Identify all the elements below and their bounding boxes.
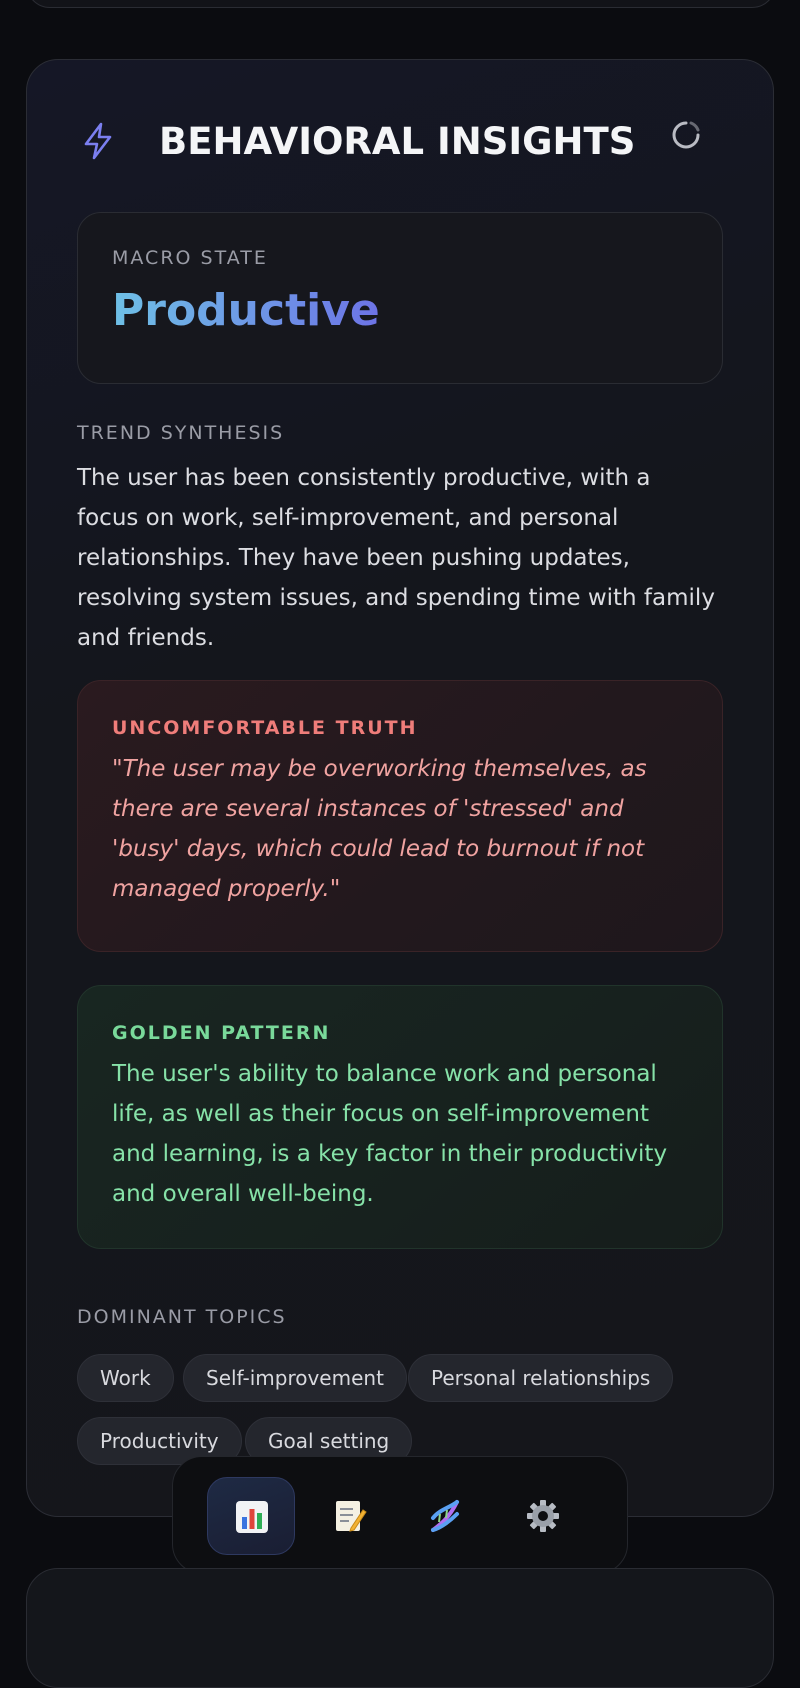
topic-chip[interactable]: Work [77,1354,174,1402]
refresh-icon[interactable] [669,118,703,152]
uncomfortable-truth-box: UNCOMFORTABLE TRUTH "The user may be ove… [77,680,723,952]
macro-state-box: MACRO STATE Productive [77,212,723,384]
card-header: BEHAVIORAL INSIGHTS [81,120,719,164]
nav-item-insights[interactable] [207,1477,295,1555]
topic-chip[interactable]: Personal relationships [408,1354,674,1402]
trend-synthesis-label: TREND SYNTHESIS [77,422,285,444]
bottom-navigation-bar [172,1456,628,1574]
next-card [26,1568,774,1688]
uncomfortable-truth-text: "The user may be overworking themselves,… [112,756,647,902]
golden-pattern-text: The user's ability to balance work and p… [112,1061,668,1207]
macro-state-value: Productive [112,283,380,339]
uncomfortable-truth-label: UNCOMFORTABLE TRUTH [112,717,418,739]
dominant-topics-label: DOMINANT TOPICS [77,1306,287,1328]
golden-pattern-label: GOLDEN PATTERN [112,1022,331,1044]
bar-chart-icon [236,1501,268,1533]
dna-icon [431,1500,459,1532]
trend-synthesis-text: The user has been consistently productiv… [77,465,715,651]
memo-icon [336,1501,367,1532]
gear-icon [527,1500,559,1532]
nav-item-dna[interactable] [401,1477,489,1555]
macro-state-label: MACRO STATE [112,247,268,269]
nav-item-settings[interactable] [499,1477,587,1555]
behavioral-insights-card: BEHAVIORAL INSIGHTS MACRO STATE Producti… [26,59,774,1517]
section-title: BEHAVIORAL INSIGHTS [159,120,636,163]
lightning-bolt-icon [84,122,112,160]
golden-pattern-box: GOLDEN PATTERN The user's ability to bal… [77,985,723,1249]
previous-card [26,0,776,8]
nav-item-journal[interactable] [305,1477,393,1555]
topic-chip[interactable]: Self-improvement [183,1354,407,1402]
